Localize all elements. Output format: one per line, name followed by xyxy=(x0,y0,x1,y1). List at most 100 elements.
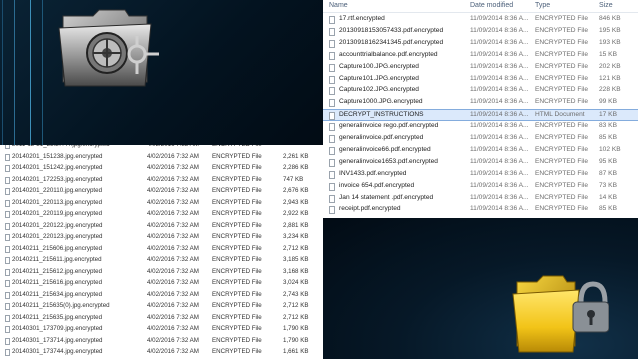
file-row[interactable]: 20140301_173709.jpg.encrypted 4/02/2016 7… xyxy=(0,324,323,336)
file-name: generalinvoice.pdf.encrypted xyxy=(339,134,424,141)
file-row[interactable]: generalinvoice66.pdf.encrypted 11/09/2014… xyxy=(323,145,638,157)
file-name: 17.rtf.encrypted xyxy=(339,15,385,22)
column-type[interactable]: Type xyxy=(535,2,550,9)
file-size: 2,881 KB xyxy=(283,221,309,229)
file-name: 20140211_215634.jpg.encrypted xyxy=(12,290,103,298)
file-row[interactable]: 20140201_172253.jpg.encrypted 4/02/2016 7… xyxy=(0,175,323,187)
file-size: 85 KB xyxy=(599,134,617,141)
file-type: ENCRYPTED File xyxy=(212,290,262,298)
file-row[interactable]: 20140211_215634.jpg.encrypted 4/02/2016 7… xyxy=(0,290,323,302)
file-row[interactable]: generalinvoice rego.pdf.encrypted 11/09/2… xyxy=(323,121,638,133)
file-row[interactable]: 20130918153057433.pdf.encrypted 11/09/201… xyxy=(323,26,638,38)
file-type: ENCRYPTED File xyxy=(535,15,589,22)
file-row[interactable]: 20140211_215612.jpg.encrypted 4/02/2016 7… xyxy=(0,267,323,279)
file-type: ENCRYPTED File xyxy=(212,279,262,286)
file-row[interactable]: Capture102.JPG.encrypted 11/09/2014 8:36 … xyxy=(323,85,638,97)
file-icon xyxy=(329,206,335,215)
file-row[interactable]: 20140201_220119.jpg.encrypted 4/02/2016 7… xyxy=(0,209,323,221)
file-row[interactable]: 20140201_220123.jpg.encrypted 4/02/2016 7… xyxy=(0,232,323,244)
file-row[interactable]: 20140301_173714.jpg.encrypted 4/02/2016 7… xyxy=(0,336,323,348)
file-date: 11/09/2014 8:36 A... xyxy=(470,193,529,201)
file-row[interactable]: Capture1000.JPG.encrypted 11/09/2014 8:36… xyxy=(323,97,638,109)
file-size: 2,743 KB xyxy=(283,290,309,298)
file-row[interactable]: Capture101.JPG.encrypted 11/09/2014 8:36 … xyxy=(323,74,638,86)
file-date: 11/09/2014 8:36 A... xyxy=(470,134,529,141)
file-row[interactable]: 20130918162341345.pdf.encrypted 11/09/201… xyxy=(323,38,638,50)
vault-folder-icon xyxy=(58,9,159,87)
file-row[interactable]: INV1433.pdf.encrypted 11/09/2014 8:36 A..… xyxy=(323,169,638,181)
file-type: ENCRYPTED File xyxy=(535,50,589,58)
file-size: 2,676 KB xyxy=(283,187,309,194)
file-icon xyxy=(329,123,335,132)
file-row[interactable]: invoice 654.pdf.encrypted 11/09/2014 8:36… xyxy=(323,181,638,193)
file-row[interactable]: 20140211_215606.jpg.encrypted 4/02/2016 7… xyxy=(0,244,323,256)
locked-folder-panel xyxy=(323,218,638,359)
file-row[interactable]: 20140211_215616.jpg.encrypted 4/02/2016 7… xyxy=(0,278,323,290)
file-type: ENCRYPTED File xyxy=(535,26,589,34)
file-name: 2011-12-31_23.27.44.jpg.encrypted xyxy=(12,145,110,148)
file-icon xyxy=(329,16,335,24)
file-row[interactable]: Jan 14 statement .pdf.encrypted 11/09/201… xyxy=(323,193,638,205)
file-name: generalinvoice rego.pdf.encrypted xyxy=(339,122,439,130)
file-type: ENCRYPTED File xyxy=(212,175,262,183)
column-name[interactable]: Name xyxy=(329,2,348,9)
file-type: ENCRYPTED File xyxy=(535,134,589,141)
file-date: 4/02/2016 7:32 AM xyxy=(147,210,199,217)
file-size: 102 KB xyxy=(599,145,621,153)
file-type: ENCRYPTED File xyxy=(212,152,262,160)
file-name: 20140301_173709.jpg.encrypted xyxy=(12,325,103,332)
file-name: generalinvoice66.pdf.encrypted xyxy=(339,145,431,153)
file-icon xyxy=(329,112,335,121)
file-date: 4/02/2016 7:32 AM xyxy=(147,279,199,286)
column-size[interactable]: Size xyxy=(599,2,613,9)
file-row[interactable]: 20140201_220113.jpg.encrypted 4/02/2016 7… xyxy=(0,198,323,210)
file-size: 747 KB xyxy=(283,175,304,183)
file-name: accounttrialbalance.pdf.encrypted xyxy=(339,50,438,58)
file-row[interactable]: generalinvoice1653.pdf.encrypted 11/09/20… xyxy=(323,157,638,169)
file-row[interactable]: 20140201_220110.jpg.encrypted 4/02/2016 7… xyxy=(0,186,323,198)
file-date: 11/09/2014 8:36 A... xyxy=(470,122,529,130)
vault-folder-panel xyxy=(0,0,325,145)
file-type: ENCRYPTED File xyxy=(212,302,262,309)
file-row[interactable]: 17.rtf.encrypted 11/09/2014 8:36 A... ENCR… xyxy=(323,14,638,26)
file-row[interactable]: accounttrialbalance.pdf.encrypted 11/09/2… xyxy=(323,50,638,62)
file-icon xyxy=(5,145,10,149)
file-type: ENCRYPTED File xyxy=(535,98,589,106)
file-date: 11/09/2014 8:36 A... xyxy=(470,157,529,165)
file-type: ENCRYPTED File xyxy=(535,145,589,153)
file-name: 20140201_172253.jpg.encrypted xyxy=(12,175,103,183)
file-icon xyxy=(329,63,335,72)
file-type: ENCRYPTED File xyxy=(535,181,589,189)
file-size: 2,922 KB xyxy=(283,210,309,217)
file-name: 20140211_215611.jpg.encrypted xyxy=(12,256,102,263)
encrypted-files-explorer: Name Date modified Type Size 17.rtf.encr… xyxy=(323,0,638,218)
file-row[interactable]: 20140211_215635(0).jpg.encrypted 4/02/201… xyxy=(0,301,323,313)
file-date: 4/02/2016 7:32 AM xyxy=(147,198,199,206)
file-row[interactable]: 20140201_151242.jpg.encrypted 4/02/2016 7… xyxy=(0,163,323,175)
file-name: generalinvoice1653.pdf.encrypted xyxy=(339,157,438,165)
file-name: 20140211_215606.jpg.encrypted xyxy=(12,244,103,252)
file-date: 4/02/2016 7:32 AM xyxy=(147,175,199,183)
file-row[interactable]: receipt.pdf.encrypted 11/09/2014 8:36 A..… xyxy=(323,204,638,216)
file-icon xyxy=(5,268,10,276)
file-type: ENCRYPTED File xyxy=(212,164,262,171)
column-date-modified[interactable]: Date modified xyxy=(470,2,513,9)
file-type: ENCRYPTED File xyxy=(535,122,589,130)
file-row[interactable]: 20140211_215611.jpg.encrypted 4/02/2016 7… xyxy=(0,255,323,267)
file-row[interactable]: 20140211_215635.jpg.encrypted 4/02/2016 7… xyxy=(0,313,323,325)
file-row-selected[interactable]: DECRYPT_INSTRUCTIONS 11/09/2014 8:36 A...… xyxy=(323,109,638,122)
file-size: 3,024 KB xyxy=(283,279,309,286)
file-row[interactable]: 20140301_173744.jpg.encrypted 4/02/2016 7… xyxy=(0,347,323,359)
file-row[interactable]: 20140201_220122.jpg.encrypted 4/02/2016 7… xyxy=(0,221,323,233)
file-date: 4/02/2016 7:32 AM xyxy=(147,290,199,298)
file-date: 11/09/2014 8:36 A... xyxy=(470,26,529,34)
file-size: 846 KB xyxy=(599,15,621,22)
file-row[interactable]: 20140201_151238.jpg.encrypted 4/02/2016 7… xyxy=(0,152,323,164)
file-type: ENCRYPTED File xyxy=(212,187,262,194)
file-name: DECRYPT_INSTRUCTIONS xyxy=(339,111,424,119)
file-row[interactable]: Capture100.JPG.encrypted 11/09/2014 8:36 … xyxy=(323,62,638,74)
file-date: 4/02/2016 7:32 AM xyxy=(147,348,199,355)
file-name: 20140301_173714.jpg.encrypted xyxy=(12,336,103,344)
file-row[interactable]: generalinvoice.pdf.encrypted 11/09/2014 8… xyxy=(323,133,638,145)
panel-accent-line xyxy=(14,0,15,145)
